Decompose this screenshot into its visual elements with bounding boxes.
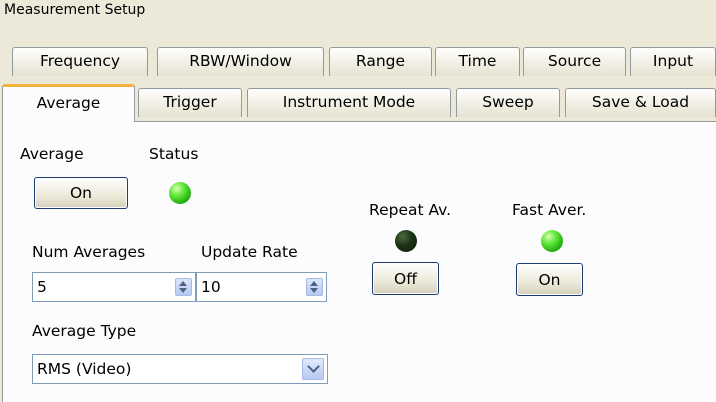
- num-averages-label: Num Averages: [32, 243, 146, 261]
- tab-trigger[interactable]: Trigger: [138, 88, 242, 117]
- fast-led-icon: [541, 230, 563, 252]
- tab-source[interactable]: Source: [523, 47, 626, 76]
- tab-instrument-mode[interactable]: Instrument Mode: [247, 88, 451, 117]
- repeat-av-label: Repeat Av.: [369, 201, 452, 219]
- spin-arrows-icon[interactable]: [175, 278, 192, 296]
- average-label: Average: [20, 145, 84, 163]
- num-averages-input[interactable]: [37, 278, 135, 296]
- average-type-label: Average Type: [32, 322, 137, 340]
- fast-aver-label: Fast Aver.: [512, 201, 587, 219]
- tab-input[interactable]: Input: [630, 47, 716, 76]
- average-type-select[interactable]: RMS (Video): [32, 354, 328, 384]
- tab-time[interactable]: Time: [435, 47, 520, 76]
- update-rate-label: Update Rate: [201, 243, 298, 261]
- spin-arrows-icon[interactable]: [306, 278, 323, 296]
- status-label: Status: [149, 145, 199, 163]
- num-averages-stepper[interactable]: [32, 272, 196, 302]
- window-title: Measurement Setup: [4, 2, 146, 18]
- status-led-icon: [169, 182, 191, 204]
- tab-average[interactable]: Average: [2, 84, 135, 122]
- average-type-value: RMS (Video): [37, 360, 132, 378]
- tab-sweep[interactable]: Sweep: [456, 88, 560, 117]
- chevron-down-icon[interactable]: [302, 358, 324, 380]
- average-on-button[interactable]: On: [34, 177, 128, 209]
- tab-save-load[interactable]: Save & Load: [565, 88, 716, 117]
- tab-range[interactable]: Range: [329, 47, 432, 76]
- tab-frequency[interactable]: Frequency: [12, 47, 148, 76]
- average-panel: Average Status On Repeat Av. Fast Aver. …: [2, 121, 716, 402]
- repeat-off-button[interactable]: Off: [372, 262, 439, 295]
- tab-rbw-window[interactable]: RBW/Window: [157, 47, 324, 76]
- update-rate-input[interactable]: [201, 278, 279, 296]
- repeat-led-icon: [395, 230, 417, 252]
- update-rate-stepper[interactable]: [196, 272, 327, 302]
- fast-on-button[interactable]: On: [516, 263, 583, 296]
